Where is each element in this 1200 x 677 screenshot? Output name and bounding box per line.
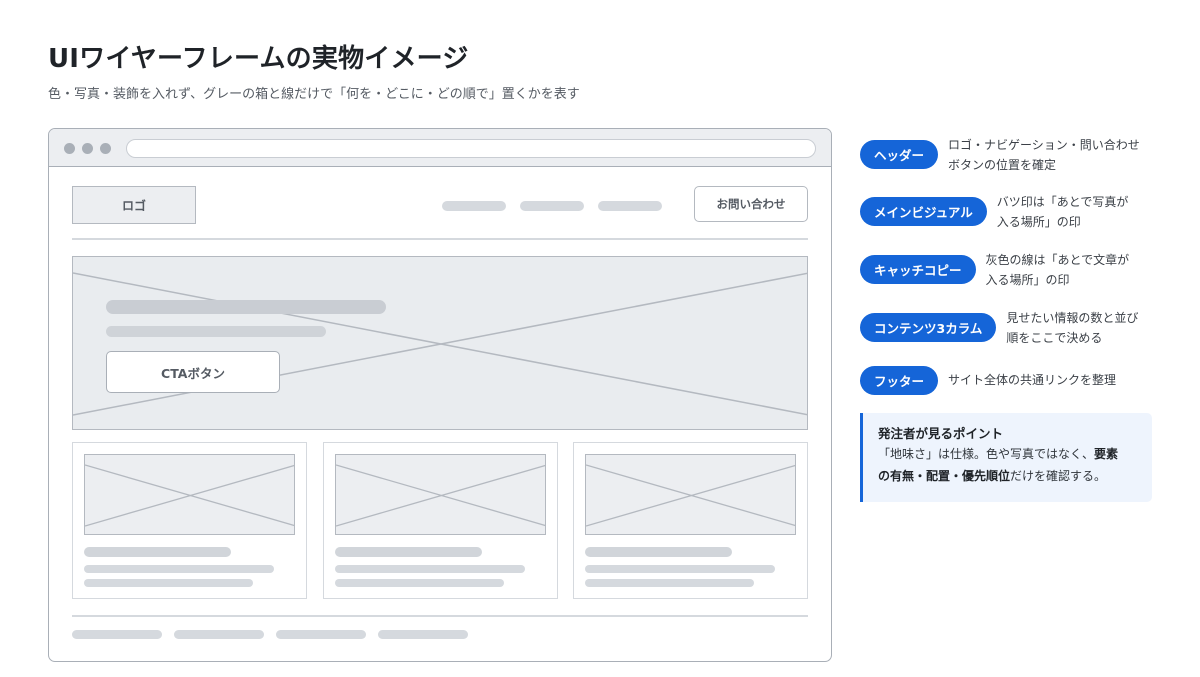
browser-toolbar <box>49 129 831 167</box>
subcopy-placeholder <box>106 326 326 337</box>
card-text-placeholder <box>585 565 775 573</box>
header-divider <box>72 238 808 240</box>
callout-body: 「地味さ」は仕様。色や写真ではなく、要素 の有無・配置・優先順位だけを確認する。 <box>878 443 1138 487</box>
card-text-placeholder <box>84 565 274 573</box>
headline-placeholder <box>106 300 386 314</box>
card-image-placeholder <box>84 454 295 535</box>
card-image-placeholder <box>335 454 546 535</box>
card-text-placeholder <box>335 579 504 587</box>
content-card <box>573 442 808 599</box>
image-cross-icon <box>586 464 795 527</box>
address-bar <box>126 139 816 158</box>
card-title-placeholder <box>335 547 482 557</box>
legend-item-footer: フッター サイト全体の共通リンクを整理 <box>860 366 1116 395</box>
nav-item-placeholder <box>598 201 662 211</box>
cta-button-placeholder: CTAボタン <box>106 351 280 393</box>
nav-item-placeholder <box>520 201 584 211</box>
window-dot-icon <box>64 143 75 154</box>
contact-button-placeholder: お問い合わせ <box>694 186 808 222</box>
callout-title: 発注者が見るポイント <box>878 426 1004 441</box>
legend-line: 順をここで決める <box>1006 331 1103 345</box>
window-dot-icon <box>100 143 111 154</box>
legend-line: 見せたい情報の数と並び <box>1006 311 1139 325</box>
image-cross-icon <box>336 464 545 527</box>
card-image-placeholder <box>585 454 796 535</box>
legend-line: 入る場所」の印 <box>996 215 1081 229</box>
legend-description: サイト全体の共通リンクを整理 <box>948 370 1116 390</box>
content-card <box>323 442 558 599</box>
legend-line: サイト全体の共通リンクを整理 <box>948 373 1117 387</box>
legend-badge: キャッチコピー <box>860 255 976 284</box>
legend-badge: ヘッダー <box>860 140 939 169</box>
callout-text: 「地味さ」は仕様。色や写真ではなく、 <box>878 447 1095 461</box>
callout-emphasis: 要素 <box>1094 447 1119 461</box>
main-visual-placeholder: CTAボタン <box>72 256 808 430</box>
client-point-callout: 発注者が見るポイント 「地味さ」は仕様。色や写真ではなく、要素 の有無・配置・優… <box>860 413 1152 502</box>
callout-emphasis: の有無・配置・優先順位 <box>878 469 1011 483</box>
image-cross-icon <box>73 272 807 416</box>
footer-link-placeholder <box>174 630 264 639</box>
window-dot-icon <box>82 143 93 154</box>
legend-item-catch-copy: キャッチコピー 灰色の線は「あとで文章が 入る場所」の印 <box>860 253 1129 290</box>
browser-mock: ロゴ お問い合わせ CTAボタン <box>48 128 832 662</box>
legend-badge: フッター <box>860 366 939 395</box>
content-card <box>72 442 307 599</box>
legend-line: 灰色の線は「あとで文章が <box>985 253 1130 267</box>
legend-description: バツ印は「あとで写真が 入る場所」の印 <box>997 192 1129 232</box>
page-title: UIワイヤーフレームの実物イメージ <box>48 44 469 74</box>
legend-line: バツ印は「あとで写真が <box>996 195 1129 209</box>
card-title-placeholder <box>84 547 231 557</box>
page-subtitle: 色・写真・装飾を入れず、グレーの箱と線だけで「何を・どこに・どの順で」置くかを表… <box>48 87 580 102</box>
legend-line: 入る場所」の印 <box>985 273 1070 287</box>
image-cross-icon <box>85 464 294 527</box>
legend-description: 灰色の線は「あとで文章が 入る場所」の印 <box>986 250 1130 290</box>
logo-placeholder: ロゴ <box>72 186 196 224</box>
callout-text: だけを確認する。 <box>1010 469 1107 483</box>
footer-link-placeholder <box>72 630 162 639</box>
footer-link-placeholder <box>378 630 468 639</box>
legend-item-header: ヘッダー ロゴ・ナビゲーション・問い合わせ ボタンの位置を確定 <box>860 138 1140 175</box>
nav-item-placeholder <box>442 201 506 211</box>
legend-item-content-3col: コンテンツ3カラム 見せたい情報の数と並び 順をここで決める <box>860 311 1138 348</box>
legend-description: 見せたい情報の数と並び 順をここで決める <box>1006 308 1138 348</box>
legend-line: ボタンの位置を確定 <box>948 158 1057 172</box>
legend-line: ロゴ・ナビゲーション・問い合わせ <box>948 138 1140 152</box>
footer-link-placeholder <box>276 630 366 639</box>
legend-description: ロゴ・ナビゲーション・問い合わせ ボタンの位置を確定 <box>948 135 1140 175</box>
card-text-placeholder <box>335 565 525 573</box>
legend-badge: メインビジュアル <box>860 197 987 226</box>
card-text-placeholder <box>585 579 754 587</box>
footer-divider <box>72 615 808 617</box>
card-text-placeholder <box>84 579 253 587</box>
card-title-placeholder <box>585 547 732 557</box>
legend-badge: コンテンツ3カラム <box>860 313 997 342</box>
legend-item-main-visual: メインビジュアル バツ印は「あとで写真が 入る場所」の印 <box>860 195 1128 232</box>
